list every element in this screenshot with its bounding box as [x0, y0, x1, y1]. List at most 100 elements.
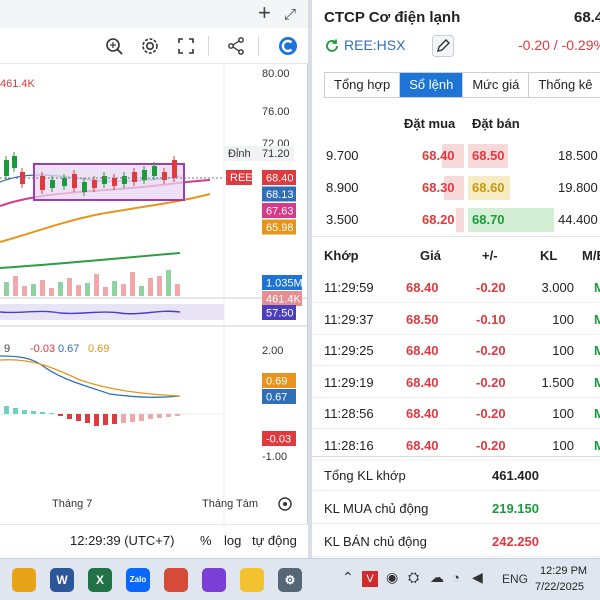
tab-price-levels[interactable]: Mức giá [463, 73, 530, 97]
edit-icon[interactable] [432, 35, 454, 57]
volume-bar [139, 286, 144, 296]
network-icon[interactable]: ⛭ [408, 569, 419, 586]
trades-header-side: M/B [582, 248, 600, 263]
chrome-profile-icon[interactable] [164, 568, 188, 592]
company-name: CTCP Cơ điện lạnh [324, 9, 461, 26]
camera-icon[interactable]: ◉ [386, 569, 398, 586]
ask-price: 68.60 [472, 180, 505, 195]
crosshair-search-icon[interactable] [104, 36, 124, 56]
taskbar-time[interactable]: 12:29 PM [540, 565, 587, 577]
trade-side: M [594, 311, 600, 327]
stat-value: 461.400 [492, 468, 539, 483]
volume-tag: 1.035M [266, 278, 303, 290]
stat-row: KL MUA chủ động 219.150 [312, 492, 600, 524]
orderbook-row[interactable]: 3.500 68.20 68.70 44.400 [312, 205, 600, 235]
log-toggle[interactable]: log [224, 533, 241, 548]
tray-expand-icon[interactable]: ⌃ [342, 569, 354, 586]
trade-side: M [594, 374, 600, 390]
symbol-row: REE:HSX -0.20 / -0.29% [324, 35, 600, 57]
macd-scale-label: 2.00 [262, 345, 283, 357]
trade-row[interactable]: 11:29:37 68.50 -0.10 100 M [312, 303, 600, 335]
stat-label: Tổng KL khớp [324, 468, 406, 483]
macd-bar [22, 410, 27, 414]
orderbook-divider [312, 236, 600, 237]
trade-row[interactable]: 11:29:59 68.40 -0.20 3.000 M [312, 271, 600, 303]
app-logo-icon[interactable] [278, 36, 298, 56]
speaker-icon[interactable]: ◀ [472, 569, 483, 586]
excel-icon[interactable]: X [88, 568, 112, 592]
macd-bar [13, 408, 18, 414]
cloud-icon[interactable]: ☁ [430, 569, 444, 586]
trade-change: -0.20 [476, 343, 506, 358]
bid-volume: 3.500 [326, 212, 359, 227]
volume-bar [121, 284, 126, 296]
ask-volume: 44.400 [558, 212, 598, 227]
trade-row[interactable]: 11:29:25 68.40 -0.20 100 M [312, 334, 600, 366]
word-icon[interactable]: W [50, 568, 74, 592]
antivirus-icon[interactable]: V [362, 571, 378, 587]
volume-bar [40, 280, 45, 296]
peak-tag-label: Đỉnh [228, 148, 251, 160]
price-tag: 68.40 [266, 173, 294, 185]
price-chart[interactable]: 461.4K 80.00 76.00 72.00 Đỉnh 71.20 REE … [0, 64, 308, 524]
macd-bar [121, 414, 126, 423]
stock-panel: CTCP Cơ điện lạnh 68.40 REE:HSX -0.20 / … [312, 0, 600, 558]
macd-bar [31, 411, 36, 414]
tab-statistics[interactable]: Thống kê [529, 73, 600, 97]
add-chart-icon[interactable]: + [258, 2, 271, 24]
trade-side: M [594, 280, 600, 295]
volume-tags: 1.035M 461.4K [262, 275, 303, 306]
trade-time: 11:29:59 [324, 280, 374, 295]
candle [4, 160, 9, 176]
rsi-tag: 57.50 [266, 308, 294, 320]
volume-tag: 461.4K [266, 294, 302, 306]
expand-icon[interactable]: ⤢ [284, 4, 296, 26]
zalo-icon[interactable]: Zalo [126, 568, 150, 592]
trades-header-change: +/- [482, 248, 498, 263]
toolbar-divider [208, 36, 209, 56]
tab-summary[interactable]: Tổng hợp [325, 73, 401, 97]
chart-bottom-bar: 12:29:39 (UTC+7) % log tự động [0, 524, 308, 558]
trade-time: 11:29:25 [324, 343, 374, 358]
chart-toolbar [0, 28, 308, 64]
volume-bar [103, 287, 108, 296]
taskbar: W X Zalo ⚙ ⌃ V ◉ ⛭ ☁ ◔ ◀ ENG 12:29 PM 7/22/… [0, 558, 600, 600]
macd-tag: 0.67 [266, 392, 287, 404]
settings-icon[interactable] [140, 36, 160, 56]
wifi-icon[interactable]: ◔ [452, 570, 460, 585]
auto-toggle[interactable]: tự động [252, 533, 297, 548]
notes-icon[interactable] [240, 568, 264, 592]
app-purple-icon[interactable] [202, 568, 226, 592]
macd-tag: -0.03 [266, 434, 291, 446]
bid-header: Đặt mua [404, 116, 456, 131]
rsi-tag: 57.50 [262, 305, 296, 320]
chrome-icon[interactable] [12, 568, 36, 592]
settings-gear-icon[interactable]: ⚙ [278, 568, 302, 592]
tab-orderbook[interactable]: Sổ lệnh [400, 73, 464, 97]
macd-histogram [4, 406, 180, 426]
target-icon[interactable] [278, 497, 292, 511]
orderbook-row[interactable]: 8.900 68.30 68.60 19.800 [312, 173, 600, 203]
symbol-label: REE:HSX [344, 37, 406, 53]
volume-bar [31, 284, 36, 296]
macd-bar [103, 414, 108, 425]
refresh-icon[interactable] [324, 38, 340, 54]
stat-label: KL MUA chủ động [324, 501, 429, 516]
macd-bar [139, 414, 144, 421]
fullscreen-icon[interactable] [176, 36, 196, 56]
taskbar-date[interactable]: 7/22/2025 [535, 581, 584, 593]
orderbook-row[interactable]: 9.700 68.40 68.50 18.500 [312, 141, 600, 171]
volume-bar [58, 282, 63, 296]
trade-row[interactable]: 11:29:19 68.40 -0.20 1.500 M [312, 366, 600, 398]
language-indicator[interactable]: ENG [502, 572, 528, 586]
trade-row[interactable]: 11:28:56 68.40 -0.20 100 M [312, 397, 600, 429]
candle [12, 156, 17, 168]
ask-volume: 19.800 [558, 180, 598, 195]
share-icon[interactable] [226, 36, 246, 56]
macd-bar [49, 413, 54, 414]
volume-label: 461.4K [0, 78, 36, 90]
percent-toggle[interactable]: % [200, 533, 212, 548]
macd-tag: 0.69 [266, 376, 287, 388]
volume-bar [85, 283, 90, 296]
chart-canvas[interactable]: 461.4K 80.00 76.00 72.00 Đỉnh 71.20 REE … [0, 64, 308, 524]
